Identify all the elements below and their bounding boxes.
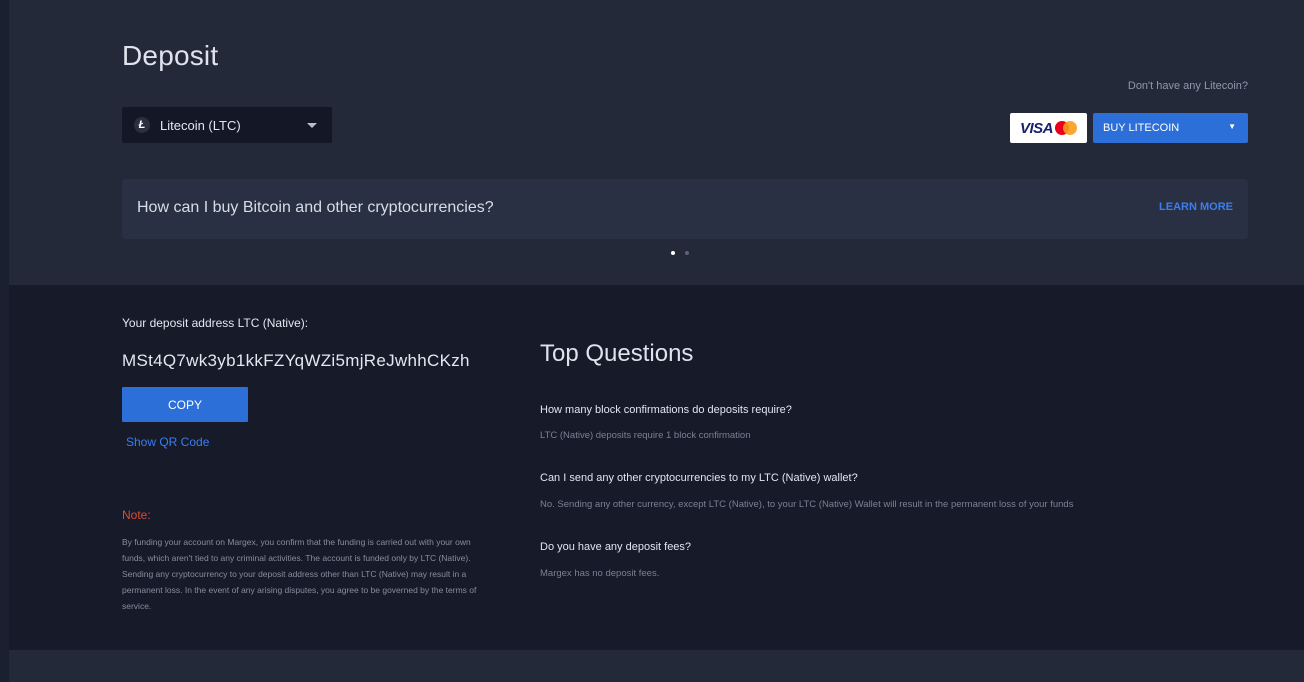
buy-litecoin-label: BUY LITECOIN — [1103, 122, 1180, 134]
card-logos: VISA — [1010, 113, 1087, 143]
currency-select[interactable]: Ł Litecoin (LTC) — [122, 107, 332, 143]
learn-more-link[interactable]: LEARN MORE — [1159, 201, 1233, 213]
litecoin-icon: Ł — [134, 117, 150, 133]
note-label: Note: — [122, 508, 151, 522]
question-text: Can I send any other cryptocurrencies to… — [540, 472, 858, 484]
copy-button[interactable]: COPY — [122, 387, 248, 422]
banner-text: How can I buy Bitcoin and other cryptocu… — [137, 199, 494, 216]
question-text: Do you have any deposit fees? — [540, 541, 692, 553]
carousel-dot[interactable] — [685, 251, 689, 255]
show-qr-code-link[interactable]: Show QR Code — [126, 435, 209, 449]
answer-text: Margex has no deposit fees. — [540, 568, 660, 579]
mastercard-icon — [1055, 121, 1077, 135]
currency-select-label: Litecoin (LTC) — [160, 117, 241, 133]
question-text: How many block confirmations do deposits… — [540, 404, 792, 416]
footer-strip — [9, 650, 1304, 682]
page-title: Deposit — [122, 40, 219, 71]
buy-litecoin-button[interactable]: BUY LITECOIN ▼ — [1093, 113, 1248, 143]
note-text: By funding your account on Margex, you c… — [122, 537, 477, 611]
deposit-address: MSt4Q7wk3yb1kkFZYqWZi5mjReJwhhCKzh — [122, 351, 470, 370]
answer-text: No. Sending any other currency, except L… — [540, 499, 1074, 510]
chevron-down-icon — [307, 123, 317, 128]
info-banner: How can I buy Bitcoin and other cryptocu… — [122, 179, 1248, 239]
no-litecoin-text: Don't have any Litecoin? — [1127, 80, 1248, 92]
deposit-address-label: Your deposit address LTC (Native): — [122, 316, 309, 330]
answer-text: LTC (Native) deposits require 1 block co… — [540, 430, 751, 441]
visa-logo: VISA — [1019, 119, 1054, 137]
top-questions-title: Top Questions — [540, 340, 694, 367]
caret-down-icon: ▼ — [1228, 122, 1236, 131]
carousel-dot-active[interactable] — [671, 251, 675, 255]
